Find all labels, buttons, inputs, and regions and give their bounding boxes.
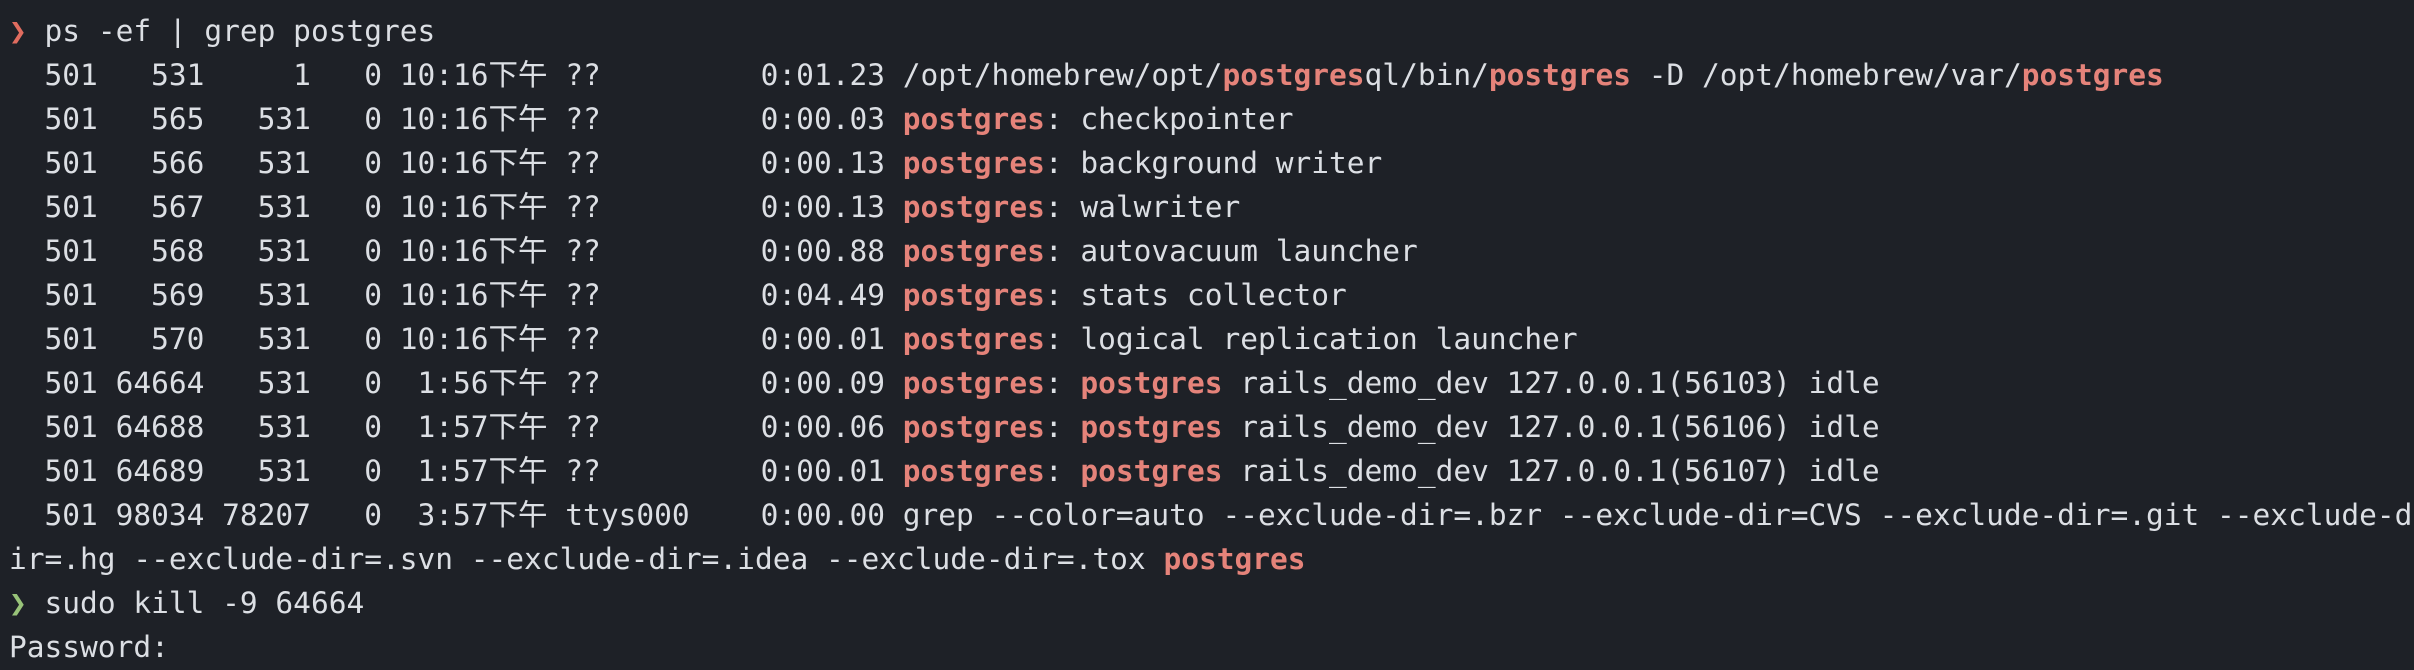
match-highlight: postgres: [902, 190, 1045, 224]
process-row: 501 64664 531 0 1:56下午 ?? 0:00.09 postgr…: [9, 361, 1880, 405]
process-row: 501 570 531 0 10:16下午 ?? 0:00.01 postgre…: [9, 317, 1578, 361]
match-highlight: postgres: [1080, 454, 1223, 488]
match-highlight: postgres: [1163, 542, 1306, 576]
prompt-symbol: ❯: [9, 14, 27, 48]
command-segment: grep --color=auto --exclude-dir=.bzr --e…: [902, 498, 2413, 532]
process-columns: 501 565 531 0 10:16下午 ?? 0:00.03: [9, 102, 903, 136]
process-columns: 501 569 531 0 10:16下午 ?? 0:04.49: [9, 278, 903, 312]
process-row: 501 64688 531 0 1:57下午 ?? 0:00.06 postgr…: [9, 405, 1880, 449]
command-segment: :: [1044, 366, 1081, 400]
match-highlight: postgres: [1222, 58, 1365, 92]
match-highlight: postgres: [1488, 58, 1631, 92]
process-columns: 501 566 531 0 10:16下午 ?? 0:00.13: [9, 146, 903, 180]
command-text: ps -ef | grep postgres: [44, 14, 436, 48]
process-columns: 501 64689 531 0 1:57下午 ?? 0:00.01: [9, 454, 903, 488]
process-columns: 501 64664 531 0 1:56下午 ?? 0:00.09: [9, 366, 903, 400]
command-segment: : logical replication launcher: [1044, 322, 1578, 356]
match-highlight: postgres: [902, 234, 1045, 268]
command-segment: : autovacuum launcher: [1044, 234, 1418, 268]
process-row: 501 566 531 0 10:16下午 ?? 0:00.13 postgre…: [9, 141, 1383, 185]
match-highlight: postgres: [902, 454, 1045, 488]
match-highlight: postgres: [902, 278, 1045, 312]
process-columns: 501 531 1 0 10:16下午 ?? 0:01.23: [9, 58, 903, 92]
command-segment: : stats collector: [1044, 278, 1347, 312]
command-segment: ir=.hg --exclude-dir=.svn --exclude-dir=…: [9, 542, 1164, 576]
process-columns: 501 570 531 0 10:16下午 ?? 0:00.01: [9, 322, 903, 356]
match-highlight: postgres: [902, 366, 1045, 400]
process-columns: 501 64688 531 0 1:57下午 ?? 0:00.06: [9, 410, 903, 444]
command-segment: ql/bin/: [1364, 58, 1489, 92]
process-row: 501 64689 531 0 1:57下午 ?? 0:00.01 postgr…: [9, 449, 1880, 493]
match-highlight: postgres: [902, 146, 1045, 180]
command-segment: -D /opt/homebrew/var/: [1630, 58, 2022, 92]
password-label: Password:: [9, 630, 169, 664]
process-row: 501 531 1 0 10:16下午 ?? 0:01.23 /opt/home…: [9, 53, 2164, 97]
match-highlight: postgres: [1080, 366, 1223, 400]
terminal-window[interactable]: ──── ─ ─ ─ ── ─── ─ ─ ─ ─ ─ ❯ ps -ef | g…: [0, 0, 2414, 670]
match-highlight: postgres: [902, 102, 1045, 136]
command-text: sudo kill -9 64664: [44, 586, 365, 620]
match-highlight: postgres: [2021, 58, 2164, 92]
prompt-line-1: ❯ ps -ef | grep postgres: [9, 9, 435, 53]
command-segment: : background writer: [1044, 146, 1383, 180]
password-prompt[interactable]: Password:: [9, 625, 169, 669]
match-highlight: postgres: [902, 322, 1045, 356]
process-row: 501 569 531 0 10:16下午 ?? 0:04.49 postgre…: [9, 273, 1347, 317]
command-segment: :: [1044, 454, 1081, 488]
prompt-line-2: ❯ sudo kill -9 64664: [9, 581, 364, 625]
process-row: 501 565 531 0 10:16下午 ?? 0:00.03 postgre…: [9, 97, 1294, 141]
process-row: 501 98034 78207 0 3:57下午 ttys000 0:00.00…: [9, 493, 2413, 537]
process-columns: 501 568 531 0 10:16下午 ?? 0:00.88: [9, 234, 903, 268]
command-segment: rails_demo_dev 127.0.0.1(56103) idle: [1222, 366, 1880, 400]
command-segment: : walwriter: [1044, 190, 1241, 224]
command-segment: :: [1044, 410, 1081, 444]
wrapped-output-line: ir=.hg --exclude-dir=.svn --exclude-dir=…: [9, 537, 1306, 581]
process-columns: 501 98034 78207 0 3:57下午 ttys000 0:00.00: [9, 498, 903, 532]
command-segment: : checkpointer: [1044, 102, 1294, 136]
match-highlight: postgres: [902, 410, 1045, 444]
command-segment: /opt/homebrew/opt/: [902, 58, 1223, 92]
command-segment: rails_demo_dev 127.0.0.1(56106) idle: [1222, 410, 1880, 444]
process-row: 501 567 531 0 10:16下午 ?? 0:00.13 postgre…: [9, 185, 1241, 229]
prompt-symbol: ❯: [9, 586, 27, 620]
process-columns: 501 567 531 0 10:16下午 ?? 0:00.13: [9, 190, 903, 224]
command-segment: rails_demo_dev 127.0.0.1(56107) idle: [1222, 454, 1880, 488]
match-highlight: postgres: [1080, 410, 1223, 444]
process-row: 501 568 531 0 10:16下午 ?? 0:00.88 postgre…: [9, 229, 1418, 273]
